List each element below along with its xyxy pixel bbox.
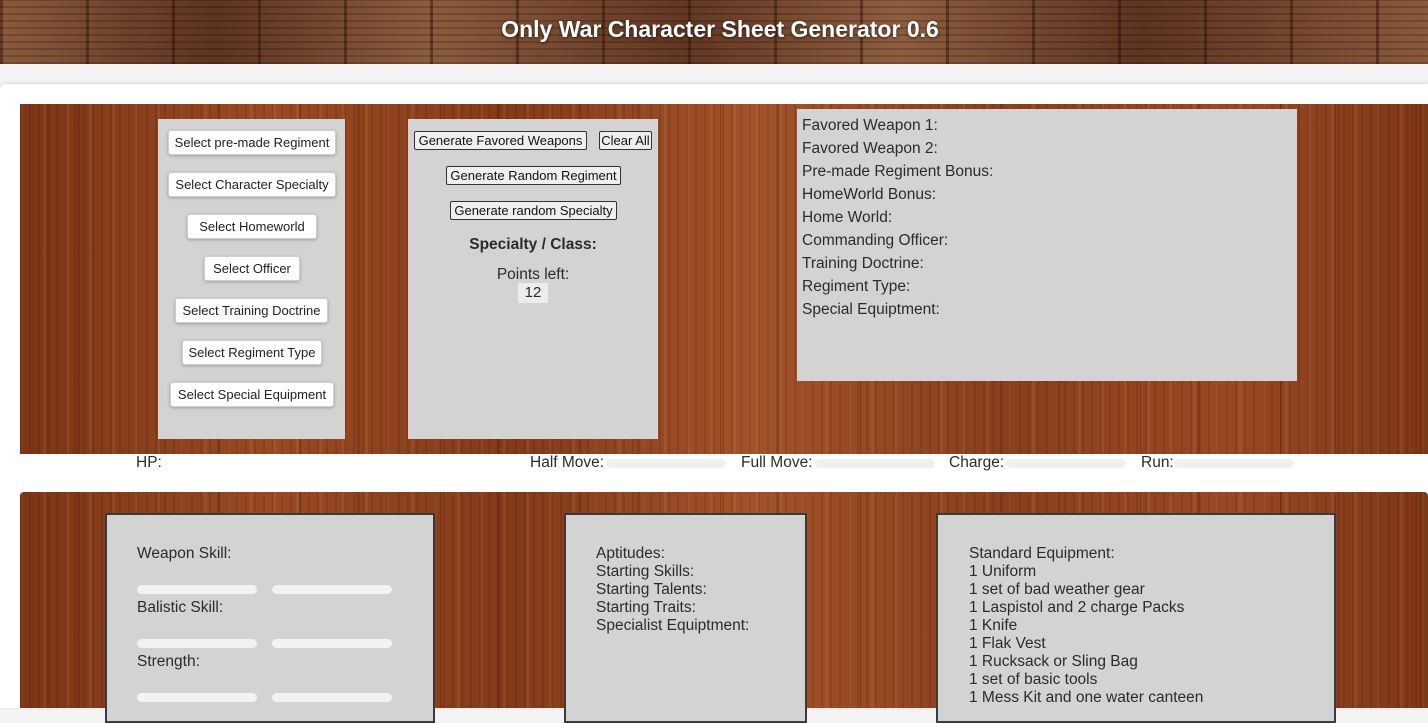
strength-label: Strength: [137,653,200,670]
starting-skills-label: Starting Skills: [596,563,695,580]
specialist-equipment-label: Specialist Equiptment: [596,617,750,634]
premade-regiment-bonus-label: Pre-made Regiment Bonus: [802,163,994,180]
home-world-label: Home World: [802,209,893,226]
equipment-item: 1 Knife [969,617,1018,634]
balistic-skill-field-2[interactable] [272,639,392,648]
regiment-info-list: Favored Weapon 1: Favored Weapon 2: Pre-… [802,114,993,321]
equipment-item: 1 set of basic tools [969,671,1098,688]
weapon-skill-label: Weapon Skill: [137,545,232,562]
charge-field[interactable] [1006,459,1126,468]
special-equipment-label: Special Equiptment: [802,301,940,318]
select-officer-button[interactable]: Select Officer [204,256,300,281]
training-doctrine-label: Training Doctrine: [802,255,924,272]
generate-favored-weapons-button[interactable]: Generate Favored Weapons [414,131,587,150]
balistic-skill-field-1[interactable] [137,639,257,648]
equipment-item: 1 Rucksack or Sling Bag [969,653,1138,670]
select-training-doctrine-button[interactable]: Select Training Doctrine [175,298,328,323]
homeworld-bonus-label: HomeWorld Bonus: [802,186,937,203]
favored-weapon-2-label: Favored Weapon 2: [802,140,938,157]
run-field[interactable] [1174,459,1294,468]
favored-weapon-1-label: Favored Weapon 1: [802,117,938,134]
points-left-value: 12 [518,283,548,303]
standard-equipment-label: Standard Equipment: [969,545,1115,562]
charge-label: Charge: [949,454,1005,471]
equipment-item: 1 Flak Vest [969,635,1046,652]
balistic-skill-label: Balistic Skill: [137,599,224,616]
half-move-label: Half Move: [530,454,605,471]
aptitudes-label: Aptitudes: [596,545,665,562]
select-premade-regiment-button[interactable]: Select pre-made Regiment [168,130,336,155]
select-character-specialty-button[interactable]: Select Character Specialty [168,172,336,197]
generate-random-specialty-button[interactable]: Generate random Specialty [450,201,617,220]
regiment-type-label: Regiment Type: [802,278,911,295]
generate-random-regiment-button[interactable]: Generate Random Regiment [446,166,621,185]
page-title: Only War Character Sheet Generator 0.6 [501,16,939,42]
equipment-item: 1 Mess Kit and one water canteen [969,689,1204,706]
clear-all-button[interactable]: Clear All [599,131,652,150]
select-homeworld-button[interactable]: Select Homeworld [187,214,317,239]
equipment-item: 1 Laspistol and 2 charge Packs [969,599,1185,616]
full-move-label: Full Move: [741,454,813,471]
starting-traits-label: Starting Traits: [596,599,696,616]
select-regiment-type-button[interactable]: Select Regiment Type [182,340,322,365]
strength-field-1[interactable] [137,693,257,702]
commanding-officer-label: Commanding Officer: [802,232,949,249]
points-left-label: Points left: [496,266,570,283]
half-move-field[interactable] [606,459,726,468]
select-special-equipment-button[interactable]: Select Special Equipment [170,382,334,407]
equipment-item: 1 set of bad weather gear [969,581,1145,598]
equipment-item: 1 Uniform [969,563,1037,580]
specialty-class-label: Specialty / Class: [469,236,597,253]
strength-field-2[interactable] [272,693,392,702]
run-label: Run: [1141,454,1174,471]
hp-label: HP: [136,454,162,471]
full-move-field[interactable] [815,459,935,468]
weapon-skill-field-1[interactable] [137,585,257,594]
starting-talents-label: Starting Talents: [596,581,707,598]
weapon-skill-field-2[interactable] [272,585,392,594]
